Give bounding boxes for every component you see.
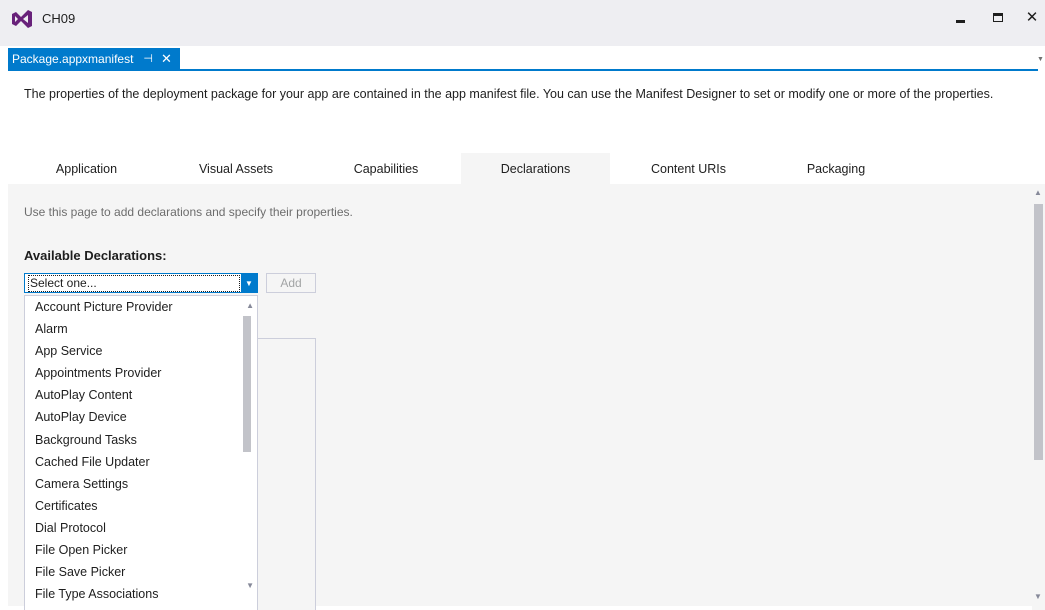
option-appointments-provider[interactable]: Appointments Provider (25, 362, 241, 384)
minimize-icon (955, 19, 965, 23)
title-bar: CH09 ✕ (0, 0, 1045, 46)
option-file-type-associations[interactable]: File Type Associations (25, 583, 241, 605)
document-tab-package-manifest[interactable]: Package.appxmanifest ⊣ ✕ (8, 48, 180, 69)
main-scrollbar[interactable]: ▲ ▼ (1032, 184, 1045, 610)
option-dial-protocol[interactable]: Dial Protocol (25, 517, 241, 539)
scroll-up-icon[interactable]: ▲ (1034, 188, 1042, 197)
tab-accent-line (8, 69, 1038, 71)
option-account-picture-provider[interactable]: Account Picture Provider (25, 296, 241, 318)
option-autoplay-content[interactable]: AutoPlay Content (25, 384, 241, 406)
option-file-save-picker[interactable]: File Save Picker (25, 561, 241, 583)
option-background-tasks[interactable]: Background Tasks (25, 429, 241, 451)
tab-overflow-dropdown-icon[interactable]: ▼ (1036, 52, 1045, 66)
option-app-service[interactable]: App Service (25, 340, 241, 362)
manifest-designer-tabs: Application Visual Assets Capabilities D… (12, 153, 905, 184)
close-window-button[interactable]: ✕ (1017, 4, 1045, 30)
manifest-intro-text: The properties of the deployment package… (24, 87, 994, 101)
maximize-button[interactable] (983, 4, 1013, 30)
close-icon: ✕ (1025, 9, 1039, 26)
document-tab-label: Package.appxmanifest (12, 51, 134, 66)
tab-packaging[interactable]: Packaging (767, 153, 905, 184)
supported-declarations-box (258, 338, 316, 610)
available-declarations-select[interactable]: Select one... ▼ (24, 273, 258, 293)
maximize-icon (993, 12, 1003, 22)
option-camera-settings[interactable]: Camera Settings (25, 473, 241, 495)
declarations-dropdown-list[interactable]: Account Picture Provider Alarm App Servi… (24, 295, 258, 610)
dropdown-scrollbar[interactable]: ▲ ▼ (241, 296, 257, 610)
tab-capabilities[interactable]: Capabilities (311, 153, 461, 184)
option-autoplay-device[interactable]: AutoPlay Device (25, 406, 241, 428)
available-declarations-label: Available Declarations: (24, 248, 167, 263)
option-file-open-picker[interactable]: File Open Picker (25, 539, 241, 561)
dropdown-options: Account Picture Provider Alarm App Servi… (25, 296, 241, 605)
scroll-up-icon[interactable]: ▲ (246, 301, 254, 310)
dropdown-scroll-thumb[interactable] (243, 316, 251, 452)
option-alarm[interactable]: Alarm (25, 318, 241, 340)
chevron-down-icon[interactable]: ▼ (241, 274, 257, 292)
scroll-down-icon[interactable]: ▼ (246, 581, 254, 590)
scroll-down-icon[interactable]: ▼ (1034, 592, 1042, 601)
close-tab-icon[interactable]: ✕ (161, 51, 172, 67)
select-value: Select one... (28, 275, 240, 292)
tab-declarations[interactable]: Declarations (461, 153, 610, 184)
window-title: CH09 (42, 11, 76, 26)
visual-studio-logo-icon (12, 10, 32, 28)
tab-visual-assets[interactable]: Visual Assets (161, 153, 311, 184)
pin-icon[interactable]: ⊣ (143, 52, 153, 65)
main-scroll-thumb[interactable] (1034, 204, 1043, 460)
add-declaration-button[interactable]: Add (266, 273, 316, 293)
page-description: Use this page to add declarations and sp… (24, 205, 353, 219)
tab-application[interactable]: Application (12, 153, 161, 184)
minimize-button[interactable] (945, 4, 975, 30)
tab-content-uris[interactable]: Content URIs (610, 153, 767, 184)
option-cached-file-updater[interactable]: Cached File Updater (25, 451, 241, 473)
option-certificates[interactable]: Certificates (25, 495, 241, 517)
